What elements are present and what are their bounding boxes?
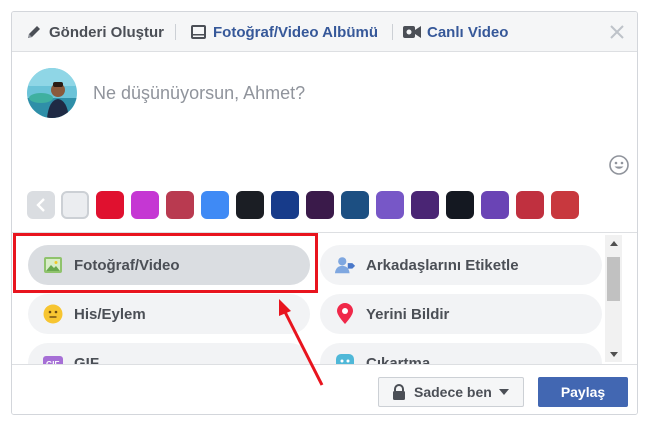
swatch-galaxy[interactable] [411,191,439,219]
user-avatar[interactable] [27,68,77,118]
option-tag-friends[interactable]: Arkadaşlarını Etiketle [320,245,602,285]
swatch-festive-red[interactable] [551,191,579,219]
tab-divider [392,24,393,40]
post-composer-dialog: Gönderi Oluştur Fotoğraf/Video Albümü Ca… [11,11,638,415]
smiley-icon [609,155,629,175]
triangle-down-icon [609,351,618,357]
tab-live-video-label: Canlı Video [427,23,509,41]
tab-create-post-label: Gönderi Oluştur [49,23,165,41]
privacy-selector[interactable]: Sadece ben [378,377,524,407]
swatch-dark[interactable] [446,191,474,219]
close-icon [610,25,624,39]
tab-live-video[interactable]: Canlı Video [403,12,508,52]
swatch-navy[interactable] [271,191,299,219]
option-check-in-label: Yerini Bildir [366,305,450,323]
photo-icon [42,254,64,276]
swatch-blue[interactable] [201,191,229,219]
option-gif[interactable]: GIF GIF [28,343,310,364]
option-tag-friends-label: Arkadaşlarını Etiketle [366,256,519,274]
emoji-button[interactable] [608,154,630,176]
option-gif-label: GIF [74,354,99,365]
gif-icon: GIF [42,352,64,364]
option-sticker[interactable]: Çıkartma [320,343,602,364]
tab-create-post[interactable]: Gönderi Oluştur [25,12,164,52]
swatch-collapse-button[interactable] [27,191,55,219]
tab-photo-album-label: Fotoğraf/Video Albümü [213,23,378,41]
swatch-night-sky[interactable] [306,191,334,219]
option-sticker-label: Çıkartma [366,354,431,365]
video-camera-icon [403,23,421,41]
option-feeling[interactable]: His/Eylem [28,294,310,334]
privacy-label: Sadece ben [414,384,492,400]
photo-album-icon [189,23,207,41]
caret-down-icon [498,389,509,395]
composer-tabs: Gönderi Oluştur Fotoğraf/Video Albümü Ca… [12,12,637,52]
swatch-red[interactable] [96,191,124,219]
feeling-emoji-icon [42,303,64,325]
close-button[interactable] [609,24,625,40]
lock-icon [392,384,406,400]
triangle-up-icon [609,240,618,246]
option-photo-video-label: Fotoğraf/Video [74,256,180,274]
swatch-violet[interactable] [481,191,509,219]
scroll-down-button[interactable] [605,346,622,362]
post-text-input[interactable]: Ne düşünüyorsun, Ahmet? [93,83,553,104]
swatch-white[interactable] [61,191,89,219]
swatch-rose[interactable] [516,191,544,219]
tag-friends-icon [334,254,356,276]
option-check-in[interactable]: Yerini Bildir [320,294,602,334]
scroll-up-button[interactable] [605,235,622,251]
location-pin-icon [334,303,356,325]
page: Gönderi Oluştur Fotoğraf/Video Albümü Ca… [0,0,648,425]
pencil-icon [25,23,43,41]
swatch-magenta[interactable] [131,191,159,219]
scrollbar-thumb[interactable] [607,257,620,301]
swatch-purple[interactable] [376,191,404,219]
option-photo-video[interactable]: Fotoğraf/Video [28,245,310,285]
option-feeling-label: His/Eylem [74,305,146,323]
tab-photo-album[interactable]: Fotoğraf/Video Albümü [189,12,378,52]
share-button[interactable]: Paylaş [538,377,628,407]
tab-divider [175,24,176,40]
swatch-black[interactable] [236,191,264,219]
options-scrollbar[interactable] [605,235,622,362]
swatch-crimson[interactable] [166,191,194,219]
composer-footer: Sadece ben Paylaş [12,364,637,414]
swatch-ocean[interactable] [341,191,369,219]
sticker-icon [334,352,356,364]
chevron-left-icon [36,198,45,212]
post-options-panel: Fotoğraf/Video Arkadaşlarını Etiketle Hi… [12,232,637,364]
